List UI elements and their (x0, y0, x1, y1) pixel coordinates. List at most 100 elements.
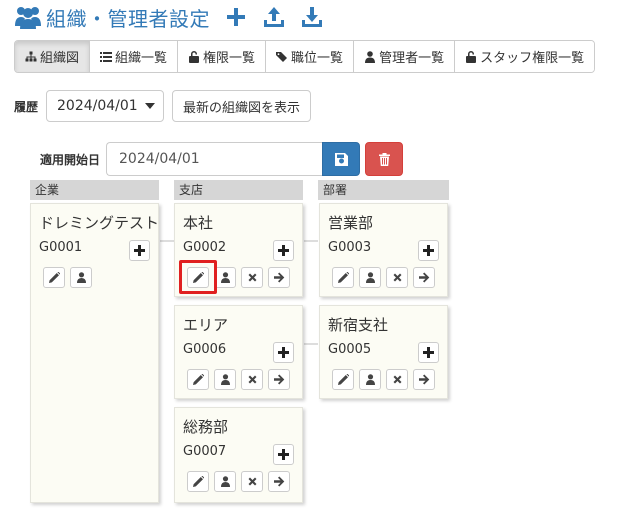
connector-line (304, 240, 318, 242)
users-icon (15, 7, 41, 29)
connector-line (160, 240, 174, 242)
org-card-shinjuku: 新宿支社 G0005 (319, 305, 448, 399)
arrow-right-icon (273, 374, 284, 385)
assign-admin-button[interactable] (214, 471, 236, 492)
column-header-company: 企業 (30, 180, 159, 200)
add-child-button[interactable] (273, 342, 294, 363)
plus-icon (278, 449, 289, 460)
user-icon (365, 272, 375, 283)
remove-button[interactable] (386, 369, 408, 390)
tab-label: 権限一覧 (203, 51, 256, 66)
org-card-company: ドレミングテスト G0001 (30, 203, 159, 503)
tab-label: 職位一覧 (291, 51, 344, 66)
history-select[interactable]: 2024/04/01 (46, 90, 165, 122)
node-actions (187, 471, 290, 492)
plus-icon (423, 245, 434, 256)
edit-button[interactable] (187, 369, 209, 390)
node-actions (332, 369, 435, 390)
remove-icon (248, 477, 256, 486)
tab-org-chart[interactable]: 組織図 (15, 41, 91, 72)
org-name: 営業部 (328, 214, 374, 232)
remove-button[interactable] (241, 267, 263, 288)
org-card-honsha: 本社 G0002 (174, 203, 303, 297)
connector-line (304, 343, 318, 345)
org-name: ドレミングテスト (39, 214, 159, 232)
download-icon (302, 7, 322, 27)
org-card-area: エリア G0006 (174, 305, 303, 399)
add-child-button[interactable] (273, 444, 294, 465)
show-latest-org-chart-button[interactable]: 最新の組織図を表示 (172, 90, 312, 122)
column-header-department: 部署 (318, 180, 449, 200)
tab-label: 組織図 (40, 51, 80, 66)
node-actions (43, 267, 92, 288)
move-button[interactable] (268, 267, 290, 288)
upload-button[interactable] (262, 5, 286, 29)
sitemap-icon (25, 51, 37, 61)
pencil-icon (192, 476, 204, 487)
remove-icon (248, 375, 256, 384)
save-button[interactable] (322, 142, 361, 176)
tab-admin-list[interactable]: 管理者一覧 (354, 41, 456, 72)
assign-admin-button[interactable] (359, 369, 381, 390)
plus-icon (278, 245, 289, 256)
arrow-right-icon (273, 272, 284, 283)
page-header: 組織・管理者設定 (14, 2, 324, 32)
edit-button[interactable] (332, 369, 354, 390)
assign-admin-button[interactable] (70, 267, 92, 288)
pencil-icon (192, 272, 204, 283)
move-button[interactable] (268, 369, 290, 390)
user-icon (220, 476, 230, 487)
plus-icon (423, 347, 434, 358)
node-actions (187, 369, 290, 390)
add-child-button[interactable] (418, 240, 439, 261)
add-child-button[interactable] (418, 342, 439, 363)
org-code: G0003 (328, 240, 372, 255)
history-selected-value: 2024/04/01 (57, 98, 138, 114)
node-actions (187, 267, 290, 288)
org-name: エリア (183, 316, 229, 334)
org-card-soumu: 総務部 G0007 (174, 407, 303, 503)
org-code: G0001 (39, 240, 83, 255)
org-code: G0002 (183, 240, 227, 255)
edit-button[interactable] (332, 267, 354, 288)
edit-button[interactable] (43, 267, 65, 288)
add-child-button[interactable] (129, 240, 150, 261)
page-title: 組織・管理者設定 (46, 6, 210, 31)
org-code: G0006 (183, 342, 227, 357)
add-organization-button[interactable] (224, 5, 248, 29)
unlock-icon (466, 50, 477, 63)
user-icon (76, 272, 86, 283)
user-icon (220, 374, 230, 385)
move-button[interactable] (413, 267, 435, 288)
move-button[interactable] (268, 471, 290, 492)
start-date-input[interactable] (106, 142, 323, 176)
tab-position-list[interactable]: 職位一覧 (266, 41, 355, 72)
user-icon (220, 272, 230, 283)
edit-button[interactable] (187, 471, 209, 492)
remove-button[interactable] (241, 471, 263, 492)
plus-icon (227, 8, 245, 26)
list-icon (100, 51, 113, 62)
remove-button[interactable] (241, 369, 263, 390)
pencil-icon (337, 272, 349, 283)
tab-staff-permission-list[interactable]: スタッフ権限一覧 (455, 41, 595, 72)
assign-admin-button[interactable] (359, 267, 381, 288)
move-button[interactable] (413, 369, 435, 390)
tab-org-list[interactable]: 組織一覧 (90, 41, 179, 72)
remove-icon (393, 273, 401, 282)
delete-button[interactable] (365, 142, 404, 176)
arrow-right-icon (418, 272, 429, 283)
start-date-label: 適用開始日 (40, 152, 101, 167)
add-child-button[interactable] (273, 240, 294, 261)
remove-button[interactable] (386, 267, 408, 288)
floppy-disk-icon (334, 152, 348, 166)
edit-button[interactable] (187, 267, 209, 288)
tab-permission-list[interactable]: 権限一覧 (178, 41, 267, 72)
plus-icon (134, 245, 145, 256)
org-name: 総務部 (183, 418, 229, 436)
upload-icon (264, 7, 284, 27)
assign-admin-button[interactable] (214, 369, 236, 390)
download-button[interactable] (300, 5, 324, 29)
org-name: 本社 (183, 214, 214, 232)
assign-admin-button[interactable] (214, 267, 236, 288)
